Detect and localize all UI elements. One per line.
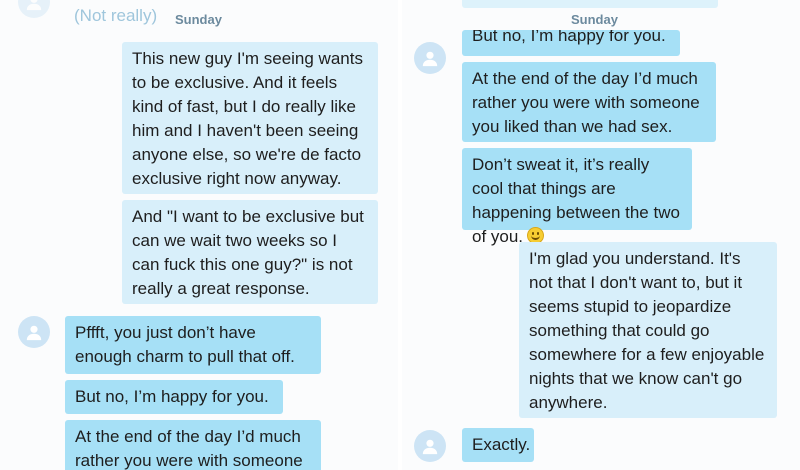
chat-pane-left: (Not really) Sunday This new guy I'm see… bbox=[0, 0, 398, 470]
message-bubble-incoming[interactable]: But no, I’m happy for you. bbox=[65, 380, 283, 414]
message-text: Exactly. bbox=[472, 435, 531, 454]
chat-pane-right: Sunday But no, I’m happy for you. At the… bbox=[402, 0, 800, 470]
user-icon bbox=[26, 325, 42, 341]
user-icon bbox=[422, 439, 438, 455]
day-label: Sunday bbox=[175, 12, 222, 27]
message-text: Don’t sweat it, it’s really cool that th… bbox=[472, 155, 680, 246]
contact-avatar[interactable] bbox=[18, 316, 50, 348]
message-bubble-outgoing[interactable]: This new guy I'm seeing wants to be excl… bbox=[122, 42, 378, 194]
message-bubble-incoming-partial[interactable] bbox=[462, 0, 718, 8]
message-bubble-outgoing[interactable]: I'm glad you understand. It's not that I… bbox=[519, 242, 777, 418]
user-icon bbox=[422, 51, 438, 67]
message-bubble-outgoing[interactable]: And "I want to be exclusive but can we w… bbox=[122, 200, 378, 304]
message-bubble-incoming[interactable]: Pffft, you just don’t have enough charm … bbox=[65, 316, 321, 374]
message-bubble-incoming[interactable]: Don’t sweat it, it’s really cool that th… bbox=[462, 148, 692, 246]
message-text: But no, I’m happy for you. bbox=[75, 387, 269, 406]
message-text: But no, I’m happy for you. bbox=[472, 30, 666, 45]
message-bubble-incoming[interactable]: At the end of the day I’d much rather yo… bbox=[462, 62, 716, 142]
day-label: Sunday bbox=[571, 12, 618, 27]
message-text: At the end of the day I’d much rather yo… bbox=[75, 427, 303, 470]
message-bubble-incoming[interactable]: Exactly. bbox=[462, 428, 534, 462]
message-bubble-incoming[interactable]: But no, I’m happy for you. bbox=[462, 30, 680, 56]
contact-avatar[interactable] bbox=[18, 0, 50, 18]
message-text: At the end of the day I’d much rather yo… bbox=[472, 69, 700, 136]
message-text: This new guy I'm seeing wants to be excl… bbox=[132, 49, 363, 188]
message-text: And "I want to be exclusive but can we w… bbox=[132, 207, 364, 298]
message-text: Pffft, you just don’t have enough charm … bbox=[75, 323, 295, 366]
faded-message-text: (Not really) bbox=[74, 6, 158, 25]
message-text: I'm glad you understand. It's not that I… bbox=[529, 249, 765, 412]
message-bubble-incoming[interactable]: At the end of the day I’d much rather yo… bbox=[65, 420, 321, 470]
user-icon bbox=[26, 0, 42, 11]
contact-avatar[interactable] bbox=[414, 430, 446, 462]
contact-avatar[interactable] bbox=[414, 42, 446, 74]
